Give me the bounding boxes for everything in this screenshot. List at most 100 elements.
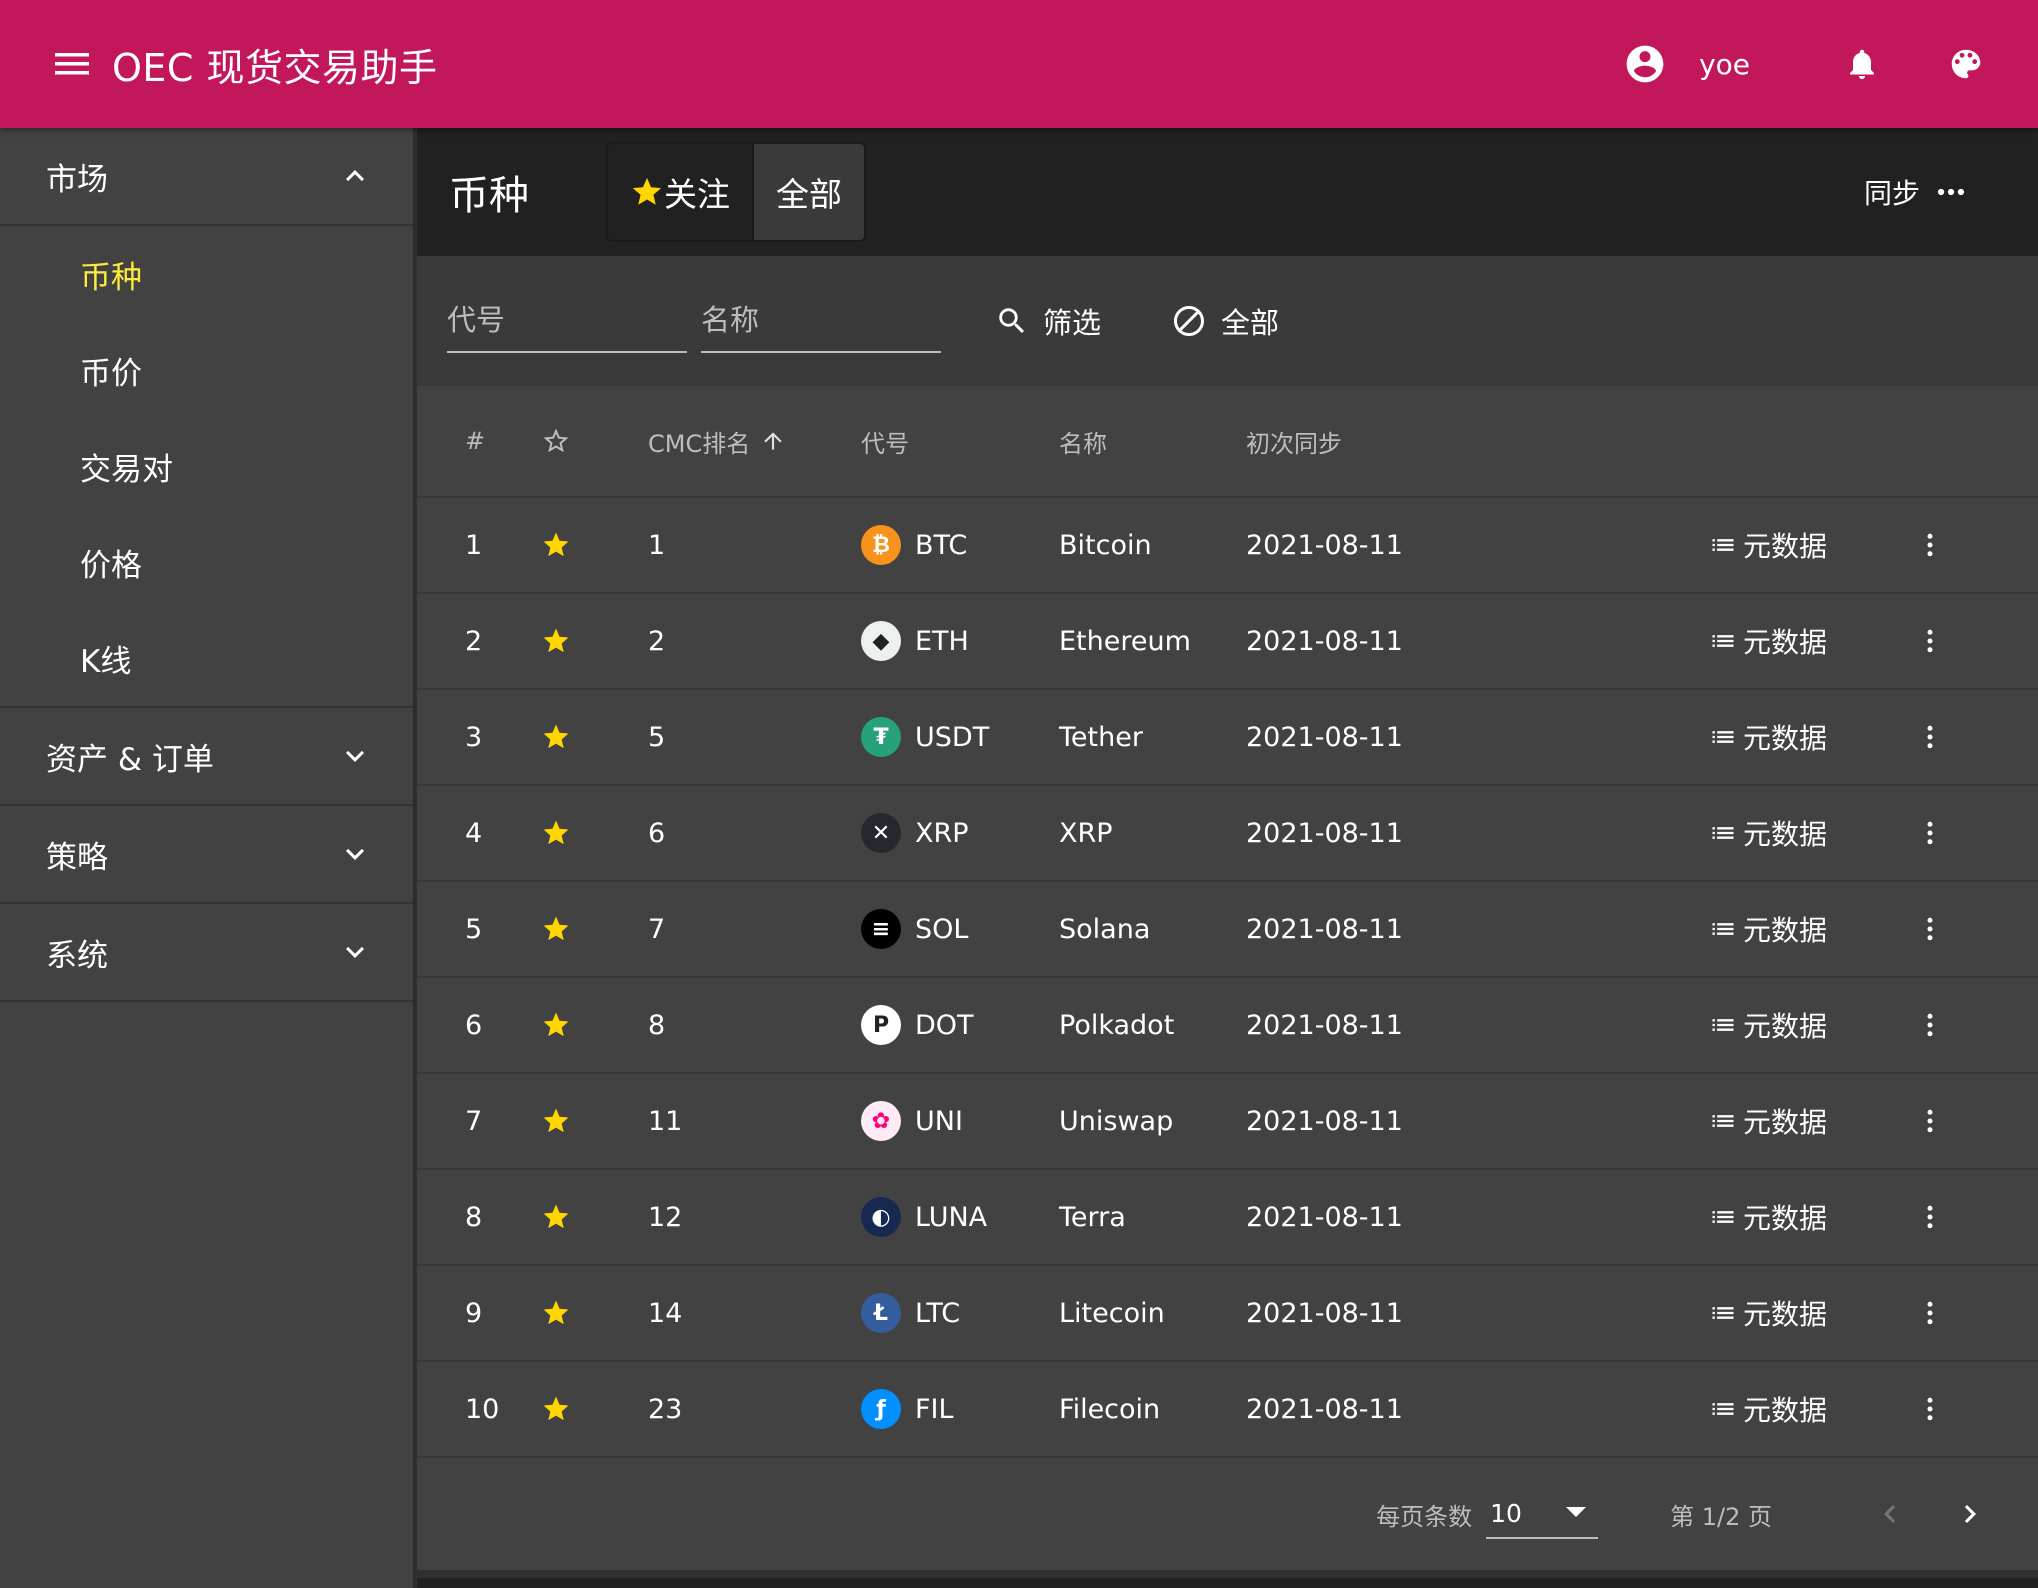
first-sync-date: 2021-08-11: [1246, 817, 1403, 849]
more-vert-icon[interactable]: [1910, 1197, 1950, 1237]
header-star-icon[interactable]: [541, 426, 571, 456]
more-vert-icon[interactable]: [1910, 621, 1950, 661]
favorite-star-icon[interactable]: [541, 1298, 571, 1328]
sync-button[interactable]: 同步: [1864, 172, 1920, 212]
table-row[interactable]: 9 14 Ł LTC Litecoin 2021-08-11 元数据: [417, 1266, 2038, 1362]
metadata-button[interactable]: 元数据: [1709, 621, 1827, 661]
header-code[interactable]: 代号: [861, 424, 909, 459]
sidebar-item-coins[interactable]: 币种: [0, 226, 413, 322]
coin-name: Uniswap: [1059, 1105, 1174, 1137]
table-row[interactable]: 5 7 ≡ SOL Solana 2021-08-11 元数据: [417, 882, 2038, 978]
table-row[interactable]: 6 8 P DOT Polkadot 2021-08-11 元数据: [417, 978, 2038, 1074]
metadata-button[interactable]: 元数据: [1709, 1389, 1827, 1429]
sidebar-item-kline[interactable]: K线: [0, 610, 413, 706]
palette-icon[interactable]: [1934, 32, 1998, 96]
favorite-star-icon[interactable]: [541, 1394, 571, 1424]
more-vert-icon[interactable]: [1910, 1293, 1950, 1333]
first-sync-date: 2021-08-11: [1246, 721, 1403, 753]
cmc-rank: 6: [648, 817, 666, 849]
name-input[interactable]: [701, 303, 941, 337]
sidebar-group-assets-orders[interactable]: 资产 & 订单: [0, 708, 413, 806]
table-row[interactable]: 8 12 ◐ LUNA Terra 2021-08-11 元数据: [417, 1170, 2038, 1266]
header-first-sync[interactable]: 初次同步: [1246, 424, 1342, 459]
more-vert-icon[interactable]: [1910, 1389, 1950, 1429]
coin-name: Bitcoin: [1059, 529, 1152, 561]
bottom-divider: [417, 1578, 2038, 1588]
favorite-star-icon[interactable]: [541, 914, 571, 944]
sidebar-group-market[interactable]: 市场: [0, 128, 413, 226]
menu-icon[interactable]: [40, 32, 104, 96]
metadata-button[interactable]: 元数据: [1709, 813, 1827, 853]
metadata-label: 元数据: [1743, 818, 1828, 851]
more-vert-icon[interactable]: [1910, 813, 1950, 853]
coin-code-cell: ₮ USDT: [861, 717, 989, 757]
sidebar-item-trading-pairs[interactable]: 交易对: [0, 418, 413, 514]
first-sync-date: 2021-08-11: [1246, 625, 1403, 657]
favorite-star-icon[interactable]: [541, 1010, 571, 1040]
more-vert-icon[interactable]: [1910, 1005, 1950, 1045]
header-name[interactable]: 名称: [1059, 424, 1107, 459]
code-input[interactable]: [447, 303, 687, 337]
more-horizontal-icon[interactable]: [1934, 175, 1968, 209]
sidebar-group-system[interactable]: 系统: [0, 904, 413, 1002]
filter-button[interactable]: 筛选: [995, 300, 1101, 342]
row-index: 4: [465, 817, 483, 849]
metadata-button[interactable]: 元数据: [1709, 717, 1827, 757]
xrp-icon: ✕: [861, 813, 901, 853]
favorite-star-icon[interactable]: [541, 818, 571, 848]
row-index: 10: [465, 1393, 500, 1425]
favorite-star-icon[interactable]: [541, 1202, 571, 1232]
more-vert-icon[interactable]: [1910, 1101, 1950, 1141]
coin-name: Filecoin: [1059, 1393, 1161, 1425]
table-row[interactable]: 10 23 ƒ FIL Filecoin 2021-08-11 元数据: [417, 1362, 2038, 1458]
more-vert-icon[interactable]: [1910, 717, 1950, 757]
favorite-star-icon[interactable]: [541, 722, 571, 752]
next-page-button[interactable]: [1938, 1482, 2002, 1546]
metadata-button[interactable]: 元数据: [1709, 1197, 1827, 1237]
list-icon: [1712, 1307, 1734, 1319]
metadata-button[interactable]: 元数据: [1709, 1005, 1827, 1045]
tether-icon: ₮: [861, 717, 901, 757]
cmc-rank: 11: [648, 1105, 683, 1137]
sidebar-group-strategy[interactable]: 策略: [0, 806, 413, 904]
favorite-star-icon[interactable]: [541, 1106, 571, 1136]
chevron-down-icon: [346, 750, 364, 762]
favorite-star-icon[interactable]: [541, 626, 571, 656]
table-row[interactable]: 4 6 ✕ XRP XRP 2021-08-11 元数据: [417, 786, 2038, 882]
prev-page-button[interactable]: [1858, 1482, 1922, 1546]
account-icon[interactable]: [1613, 32, 1677, 96]
chevron-up-icon: [346, 170, 364, 182]
coin-name: Solana: [1059, 913, 1151, 945]
first-sync-date: 2021-08-11: [1246, 1009, 1403, 1041]
cmc-rank: 12: [648, 1201, 683, 1233]
main-content: 币种 关注 全部 同步 筛选 全部: [417, 128, 2038, 1588]
all-toggle[interactable]: 全部: [752, 144, 864, 240]
table-row[interactable]: 1 1 ₿ BTC Bitcoin 2021-08-11 元数据: [417, 498, 2038, 594]
favorite-star-icon[interactable]: [541, 530, 571, 560]
header-cmc-rank[interactable]: CMC排名: [648, 424, 786, 459]
table-row[interactable]: 7 11 ✿ UNI Uniswap 2021-08-11 元数据: [417, 1074, 2038, 1170]
coin-code: UNI: [915, 1105, 963, 1137]
litecoin-icon: Ł: [861, 1293, 901, 1333]
metadata-button[interactable]: 元数据: [1709, 1101, 1827, 1141]
more-vert-icon[interactable]: [1910, 525, 1950, 565]
bell-icon[interactable]: [1830, 32, 1894, 96]
coin-name: XRP: [1059, 817, 1113, 849]
metadata-button[interactable]: 元数据: [1709, 909, 1827, 949]
coin-code-cell: ◐ LUNA: [861, 1197, 987, 1237]
sidebar-item-prices[interactable]: 价格: [0, 514, 413, 610]
chevron-down-icon: [346, 848, 364, 860]
rows-per-page-select[interactable]: 10: [1486, 1489, 1599, 1539]
metadata-button[interactable]: 元数据: [1709, 525, 1827, 565]
username[interactable]: yoe: [1699, 48, 1750, 81]
metadata-button[interactable]: 元数据: [1709, 1293, 1827, 1333]
table-row[interactable]: 2 2 ◆ ETH Ethereum 2021-08-11 元数据: [417, 594, 2038, 690]
sidebar-item-coin-prices[interactable]: 币价: [0, 322, 413, 418]
more-vert-icon[interactable]: [1910, 909, 1950, 949]
list-icon: [1712, 923, 1734, 935]
favorites-toggle[interactable]: 关注: [608, 144, 752, 240]
page-title: 币种: [449, 173, 529, 219]
coin-name: Ethereum: [1059, 625, 1191, 657]
table-row[interactable]: 3 5 ₮ USDT Tether 2021-08-11 元数据: [417, 690, 2038, 786]
clear-filter-button[interactable]: 全部: [1171, 300, 1279, 342]
